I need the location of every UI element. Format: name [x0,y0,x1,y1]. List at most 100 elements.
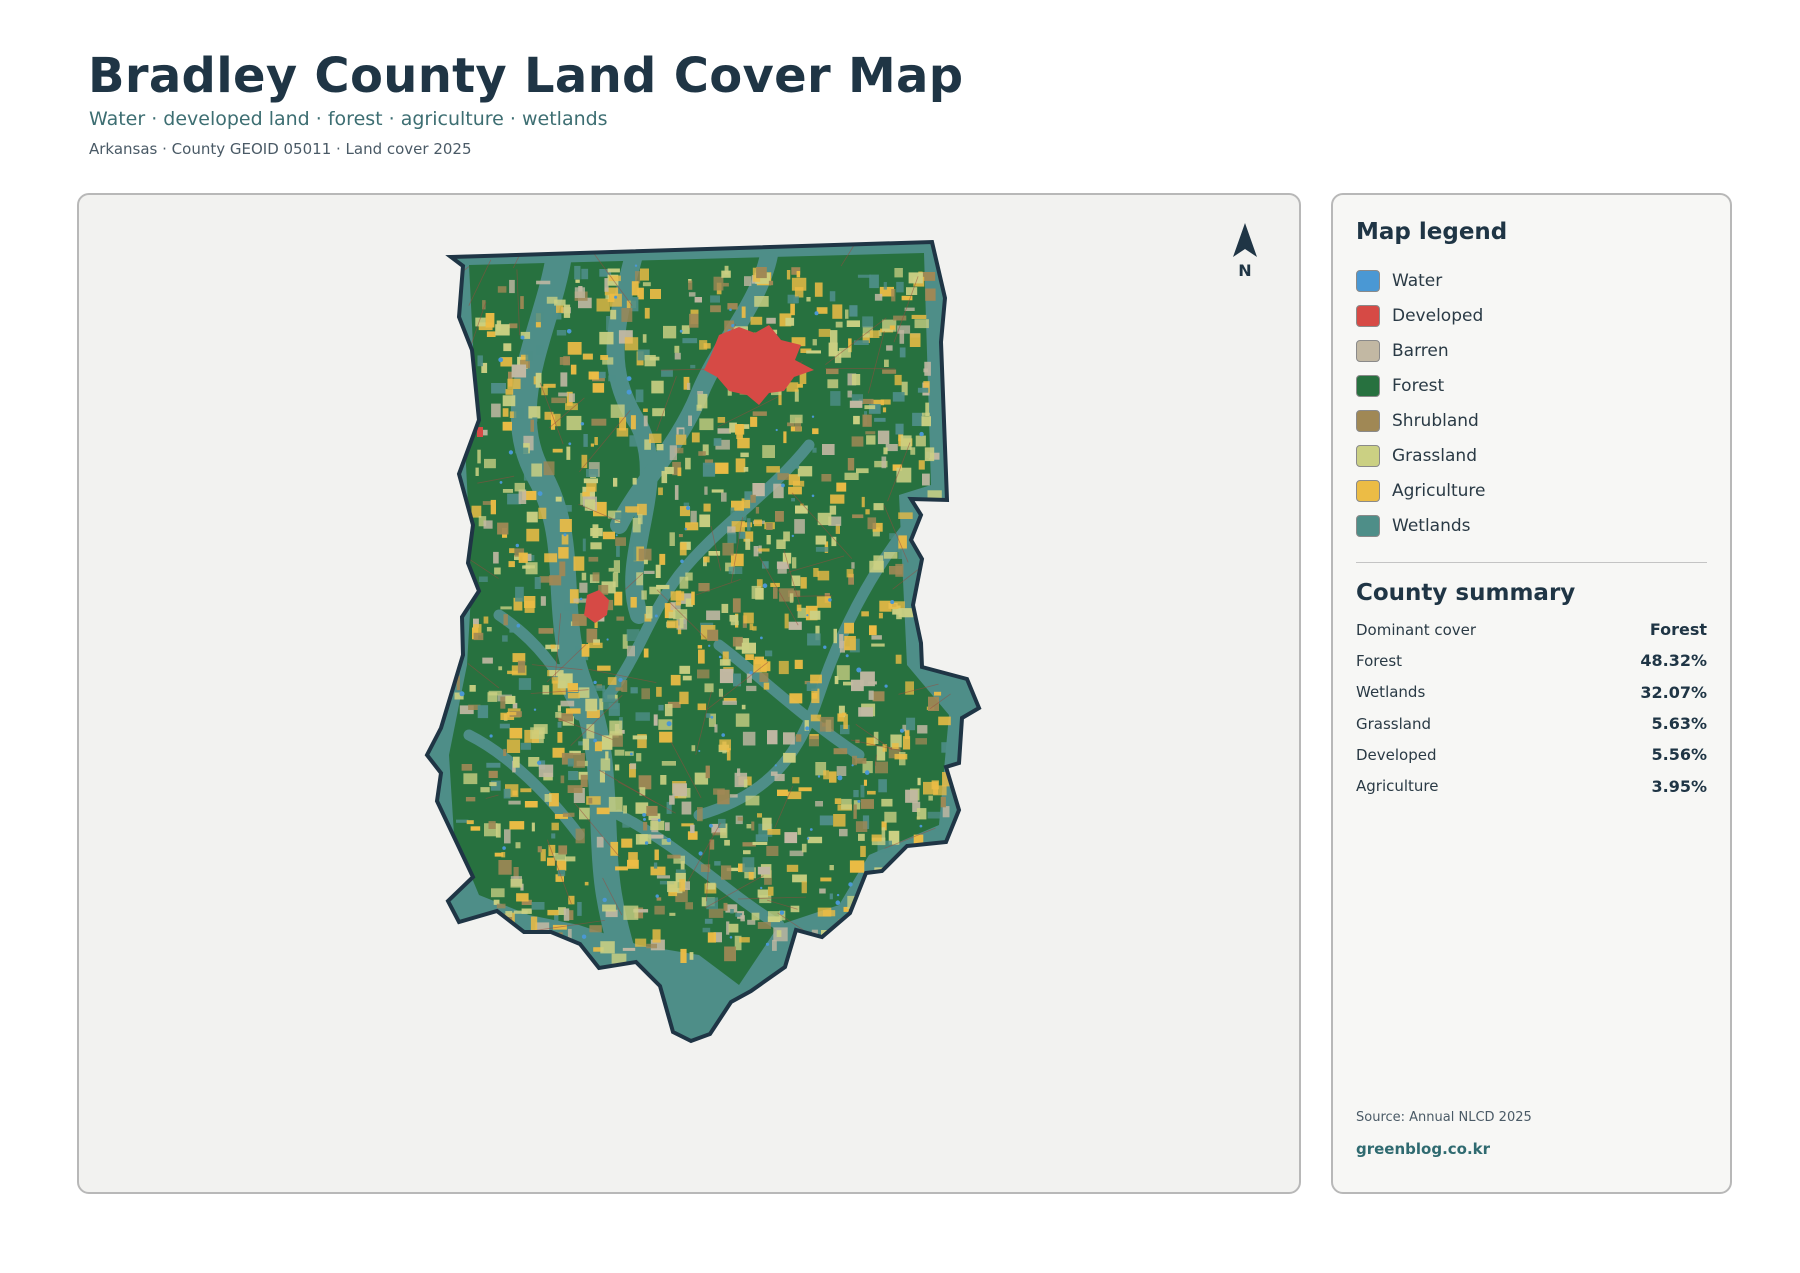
land-cover-patch [741,704,746,710]
road-line [867,878,920,945]
land-cover-patch [509,548,515,554]
water-spot [864,770,870,775]
land-cover-patch [752,841,768,845]
land-cover-patch [714,724,718,733]
legend-swatch [1356,374,1380,397]
map-meta: Arkansas · County GEOID 05011 · Land cov… [89,140,472,158]
land-cover-patch [656,686,662,697]
legend-swatch [1356,409,1380,432]
water-spot [657,818,661,822]
land-cover-patch [469,685,476,692]
land-cover-patch [679,618,684,629]
water-spot [828,598,832,602]
land-cover-patch [681,325,690,334]
water-spot [809,828,813,831]
land-cover-patch [558,392,568,397]
land-cover-patch [498,666,503,671]
land-cover-patch [483,520,493,529]
land-cover-patch [915,738,927,745]
land-cover-patch [581,644,590,657]
water-spot [791,534,794,538]
land-cover-patch [649,433,662,443]
land-cover-patch [873,503,884,511]
land-cover-patch [667,881,678,893]
land-cover-patch [626,645,635,657]
land-cover-patch [565,708,581,714]
land-cover-patch [862,414,872,427]
land-cover-patch [728,566,743,574]
land-cover-patch [608,567,614,572]
land-cover-patch [607,268,620,273]
land-cover-patch [914,319,929,329]
land-cover-patch [801,881,807,894]
land-cover-patch [851,679,864,692]
land-cover-patch [537,846,542,853]
land-cover-patch [786,864,799,872]
land-cover-patch [631,546,637,561]
land-cover-patch [878,924,891,931]
land-cover-patch [791,498,795,502]
land-cover-patch [600,355,609,360]
land-cover-patch [577,902,582,916]
land-cover-patch [875,761,888,774]
land-cover-patch [520,788,532,793]
summary-value: Forest [1649,620,1707,640]
land-cover-patch [792,557,797,569]
land-cover-patch [495,324,510,336]
land-cover-patch [711,489,724,493]
land-cover-patch [566,415,582,431]
site-link[interactable]: greenblog.co.kr [1356,1140,1490,1158]
land-cover-patch [773,587,778,599]
land-cover-patch [735,713,750,727]
land-cover-patch [558,547,569,559]
land-cover-patch [489,782,497,787]
land-cover-patch [546,296,558,304]
county-map[interactable] [79,195,1301,1194]
land-cover-patch [856,468,869,474]
land-cover-patch [917,777,921,786]
land-cover-patch [751,821,755,831]
land-cover-patch [477,355,483,367]
land-cover-patch [609,720,623,736]
land-cover-patch [570,364,577,375]
land-cover-patch [588,642,603,649]
land-cover-patch [747,518,751,531]
land-cover-patch [659,553,666,565]
land-cover-patch [621,308,633,322]
water-spot [884,684,888,688]
land-cover-patch [500,606,512,610]
land-cover-patch [766,466,780,473]
land-cover-patch [630,415,636,430]
county-summary: Dominant cover Forest Forest 48.32% Wetlands… [1356,614,1707,802]
land-cover-patch [817,570,830,581]
land-cover-patch [567,785,583,793]
water-spot [516,623,521,628]
land-cover-patch [697,393,708,409]
land-cover-patch [646,805,658,816]
land-cover-patch [752,483,765,497]
land-cover-patch [543,461,555,476]
land-cover-patch [756,267,767,279]
land-cover-patch [505,695,516,704]
land-cover-patch [849,400,863,408]
land-cover-patch [656,897,662,901]
land-cover-patch [594,741,603,752]
land-cover-patch [796,604,802,612]
summary-value: 32.07% [1640,682,1707,702]
legend-item: Grassland [1356,438,1486,473]
land-cover-patch [520,296,524,309]
map-panel[interactable]: N [77,193,1301,1194]
water-spot [537,760,542,765]
land-cover-patch [691,432,700,443]
land-cover-patch [815,801,823,807]
land-cover-patch [650,866,666,876]
land-cover-patch [846,569,854,578]
land-cover-patch [509,821,525,830]
water-spot [520,335,525,340]
land-cover-patch [794,659,803,669]
water-spot [593,680,597,685]
land-cover-patch [621,680,628,692]
land-cover-patch [661,369,673,377]
land-cover-patch [664,466,674,475]
land-cover-patch [473,632,484,641]
